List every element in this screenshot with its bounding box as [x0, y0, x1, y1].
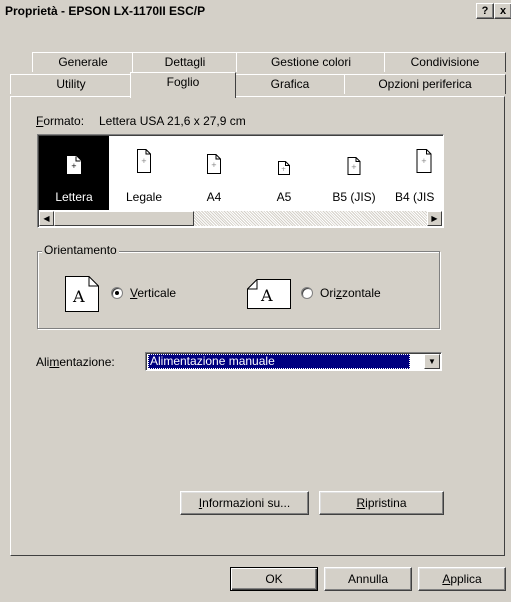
paper-item-lettera[interactable]: + Lettera [39, 136, 109, 210]
svg-text:A: A [72, 287, 85, 306]
landscape-radio[interactable] [301, 287, 313, 299]
restore-accel: R [356, 496, 366, 510]
paper-label: B5 (JIS) [332, 190, 376, 204]
paper-item-a5[interactable]: + A5 [249, 136, 319, 210]
radio-dot [115, 291, 119, 295]
svg-text:+: + [141, 157, 147, 165]
info-button[interactable]: Informazioni su... [180, 491, 309, 515]
svg-text:+: + [211, 161, 217, 169]
svg-text:+: + [421, 157, 427, 165]
apply-rest: pplica [450, 572, 482, 586]
paper-item-legale[interactable]: + Legale [109, 136, 179, 210]
svg-text:+: + [351, 163, 357, 171]
title-bar: Proprietà - EPSON LX-1170II ESC/P ? x [0, 0, 511, 23]
paper-size-list[interactable]: + Lettera + Legale + A4 + A5 + B5 (JIS) … [37, 134, 444, 228]
chevron-down-icon[interactable]: ▼ [424, 354, 440, 369]
tab-gestione-colori[interactable]: Gestione colori [236, 52, 386, 72]
close-button[interactable]: x [494, 3, 511, 19]
portrait-label-rest: erticale [137, 286, 177, 300]
paper-source-label-rest: entazione: [59, 355, 115, 369]
landscape-label-pre: Ori [320, 286, 336, 300]
portrait-label[interactable]: Verticale [130, 286, 176, 300]
portrait-radio[interactable] [111, 287, 123, 299]
restore-rest: ipristina [365, 496, 407, 510]
landscape-icon: A [247, 279, 291, 309]
ok-button[interactable]: OK [230, 567, 318, 591]
landscape-label-rest: zontale [342, 286, 381, 300]
format-label: Formato: [36, 114, 84, 128]
paper-label: A5 [276, 190, 292, 204]
help-button[interactable]: ? [476, 3, 494, 19]
paper-source-select[interactable]: Alimentazione manuale ▼ [145, 352, 442, 371]
landscape-label[interactable]: Orizzontale [320, 286, 381, 300]
tab-utility[interactable]: Utility [10, 74, 132, 94]
info-rest: nformazioni su... [202, 496, 291, 510]
format-label-rest: ormato: [43, 114, 85, 128]
svg-text:+: + [281, 166, 286, 173]
paper-source-value: Alimentazione manuale [148, 354, 410, 369]
window-title: Proprietà - EPSON LX-1170II ESC/P [5, 4, 206, 18]
paper-icon: + [416, 149, 432, 173]
restore-button[interactable]: Ripristina [319, 491, 444, 515]
scroll-left-button[interactable]: ◀ [39, 211, 54, 226]
apply-button[interactable]: Applica [418, 567, 506, 591]
orientation-group-title: Orientamento [42, 243, 119, 257]
svg-text:A: A [260, 286, 273, 305]
tab-opzioni-periferica[interactable]: Opzioni periferica [344, 74, 506, 94]
portrait-icon: A [65, 276, 99, 312]
paper-icon: + [278, 161, 290, 175]
scroll-thumb[interactable] [54, 211, 194, 226]
tab-grafica[interactable]: Grafica [234, 74, 346, 94]
svg-text:+: + [71, 162, 77, 170]
paper-list-scrollbar[interactable]: ◀ ▶ [39, 211, 442, 226]
paper-label: Lettera [55, 190, 93, 204]
paper-source-label: Alimentazione: [36, 355, 115, 369]
paper-item-b5-jis[interactable]: + B5 (JIS) [319, 136, 389, 210]
paper-icon: + [347, 157, 361, 175]
paper-label: B4 (JIS [395, 190, 435, 204]
paper-icon: + [137, 149, 151, 173]
paper-icon: + [207, 154, 221, 174]
tab-generale[interactable]: Generale [32, 52, 134, 72]
paper-label: Legale [125, 190, 163, 204]
paper-item-b4-jis[interactable]: + B4 (JIS [389, 136, 443, 210]
properties-window: Proprietà - EPSON LX-1170II ESC/P ? x Ge… [0, 0, 511, 602]
paper-source-accel: m [49, 355, 60, 369]
paper-icon: + [67, 156, 81, 174]
format-value: Lettera USA 21,6 x 27,9 cm [99, 114, 246, 128]
cancel-button[interactable]: Annulla [324, 567, 412, 591]
scroll-right-button[interactable]: ▶ [427, 211, 442, 226]
active-tab-join [131, 95, 233, 98]
paper-item-a4[interactable]: + A4 [179, 136, 249, 210]
paper-source-label-pre: Ali [36, 355, 50, 369]
tab-dettagli[interactable]: Dettagli [132, 52, 238, 72]
tab-condivisione[interactable]: Condivisione [384, 52, 506, 72]
paper-label: A4 [206, 190, 222, 204]
